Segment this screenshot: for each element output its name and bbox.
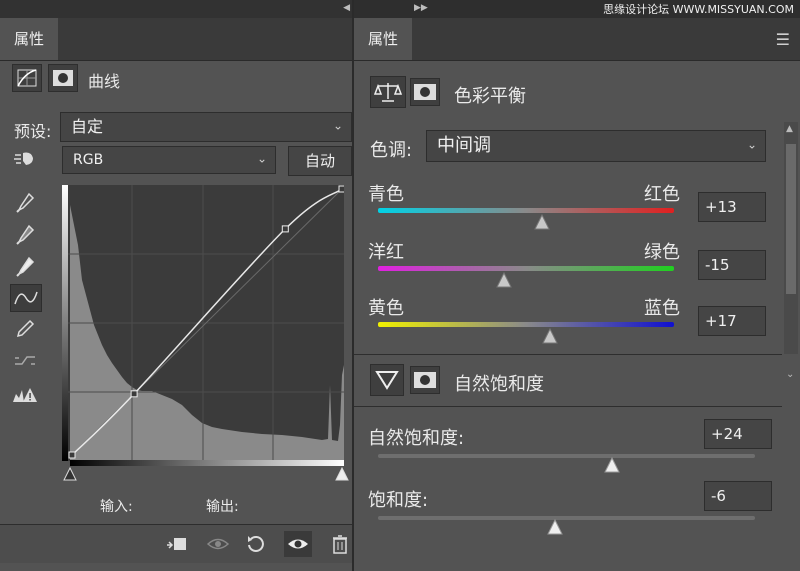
- color-balance-scale-icon[interactable]: [370, 76, 406, 108]
- curves-adjustment-icon[interactable]: [12, 64, 42, 92]
- white-point-slider[interactable]: [334, 466, 350, 482]
- curves-title: 曲线: [88, 72, 121, 91]
- tone-value: 中间调: [437, 135, 491, 156]
- scroll-down-icon[interactable]: ⌄: [786, 369, 794, 380]
- scroll-up-icon[interactable]: ▲: [786, 124, 793, 134]
- reset-icon[interactable]: [242, 531, 270, 557]
- color-slider-thumb[interactable]: [541, 327, 559, 345]
- vibrance-track[interactable]: [378, 454, 755, 458]
- slider-left-label: 洋红: [368, 242, 404, 263]
- layer-mask-icon[interactable]: [410, 366, 440, 394]
- saturation-slider-thumb[interactable]: [546, 518, 564, 536]
- color-slider-track[interactable]: [378, 266, 674, 271]
- tone-select[interactable]: 中间调 ⌄: [426, 130, 766, 162]
- auto-button[interactable]: 自动: [288, 146, 352, 176]
- slider-value-field[interactable]: +13: [698, 192, 766, 222]
- expand-arrows-icon[interactable]: ▶▶: [414, 3, 428, 13]
- view-previous-state-icon[interactable]: [204, 531, 232, 557]
- curves-panel: ◀ 属性 曲线 预设: 自定 ⌄ RGB ⌄ 自动 输入: 输出:: [0, 0, 352, 571]
- slider-right-label: 绿色: [644, 242, 680, 263]
- left-bottom-bar: [0, 524, 352, 563]
- color-balance-panel: ▶▶ 思缘设计论坛 WWW.MISSYUAN.COM 属性 ☰ 色彩平衡 色调:…: [352, 0, 800, 571]
- clipping-warning-icon[interactable]: [10, 382, 40, 408]
- layer-mask-icon[interactable]: [48, 64, 78, 92]
- curve-control-point: [281, 225, 289, 233]
- output-label: 输出:: [206, 499, 239, 515]
- curve-control-point: [68, 451, 76, 459]
- saturation-label: 饱和度:: [368, 490, 429, 511]
- section-divider: [354, 406, 782, 407]
- curve-control-point: [338, 185, 344, 193]
- section-divider: [354, 354, 782, 355]
- visibility-eye-icon[interactable]: [284, 531, 312, 557]
- curves-graph[interactable]: [62, 185, 344, 461]
- vibrance-triangle-icon[interactable]: [370, 364, 404, 396]
- color-slider-track[interactable]: [378, 322, 674, 327]
- tone-label: 色调:: [370, 140, 413, 161]
- watermark: 思缘设计论坛 WWW.MISSYUAN.COM: [603, 3, 794, 16]
- smooth-curve-icon[interactable]: [10, 348, 40, 374]
- chevron-down-icon: ⌄: [746, 137, 757, 152]
- color-slider-track[interactable]: [378, 208, 674, 213]
- color-slider-thumb[interactable]: [495, 271, 513, 289]
- vibrance-value-field[interactable]: +24: [704, 419, 772, 449]
- tab-properties-right[interactable]: 属性: [354, 18, 413, 60]
- pencil-icon[interactable]: [10, 316, 40, 342]
- panel-top-strip: ◀: [0, 0, 352, 18]
- vibrance-slider-thumb[interactable]: [603, 456, 621, 474]
- input-gradient-bar: [70, 460, 344, 466]
- edit-points-curve-icon[interactable]: [10, 284, 42, 312]
- trash-icon[interactable]: [326, 531, 354, 557]
- left-tab-bar: 属性: [0, 18, 352, 61]
- right-tab-bar: 属性 ☰: [354, 18, 800, 61]
- tab-properties-left[interactable]: 属性: [0, 18, 59, 60]
- saturation-value-field[interactable]: -6: [704, 481, 772, 511]
- panel-menu-icon[interactable]: ☰: [776, 30, 790, 49]
- scrollbar-thumb[interactable]: [786, 144, 796, 294]
- slider-right-label: 红色: [644, 184, 680, 205]
- slider-value-field[interactable]: -15: [698, 250, 766, 280]
- black-point-slider[interactable]: [62, 466, 78, 482]
- chevron-down-icon: ⌄: [332, 118, 343, 133]
- curve-control-point: [130, 390, 138, 398]
- targeted-adjustment-icon[interactable]: [10, 146, 40, 172]
- slider-left-label: 黄色: [368, 298, 404, 319]
- saturation-track[interactable]: [378, 516, 755, 520]
- eyedropper-white-icon[interactable]: [10, 254, 40, 280]
- preset-label: 预设:: [14, 122, 52, 141]
- slider-value-field[interactable]: +17: [698, 306, 766, 336]
- slider-right-label: 蓝色: [644, 298, 680, 319]
- scrollbar[interactable]: ▲ ⌄: [784, 122, 798, 380]
- preset-select[interactable]: 自定 ⌄: [60, 112, 352, 142]
- preset-value: 自定: [71, 117, 104, 136]
- chevron-down-icon: ⌄: [256, 151, 267, 166]
- vibrance-label: 自然饱和度:: [368, 428, 465, 449]
- channel-select[interactable]: RGB ⌄: [62, 146, 276, 174]
- panel-top-strip: ▶▶ 思缘设计论坛 WWW.MISSYUAN.COM: [354, 0, 800, 18]
- input-label: 输入:: [100, 499, 133, 515]
- channel-value: RGB: [73, 152, 104, 168]
- color-slider-thumb[interactable]: [533, 213, 551, 231]
- slider-left-label: 青色: [368, 184, 404, 205]
- layer-mask-icon[interactable]: [410, 78, 440, 106]
- vibrance-section-title: 自然饱和度: [454, 374, 544, 395]
- collapse-arrow-icon[interactable]: ◀: [343, 3, 350, 13]
- eyedropper-black-icon[interactable]: [10, 190, 40, 216]
- eyedropper-gray-icon[interactable]: [10, 222, 40, 248]
- color-balance-title: 色彩平衡: [454, 86, 526, 107]
- clip-to-layer-icon[interactable]: [162, 531, 190, 557]
